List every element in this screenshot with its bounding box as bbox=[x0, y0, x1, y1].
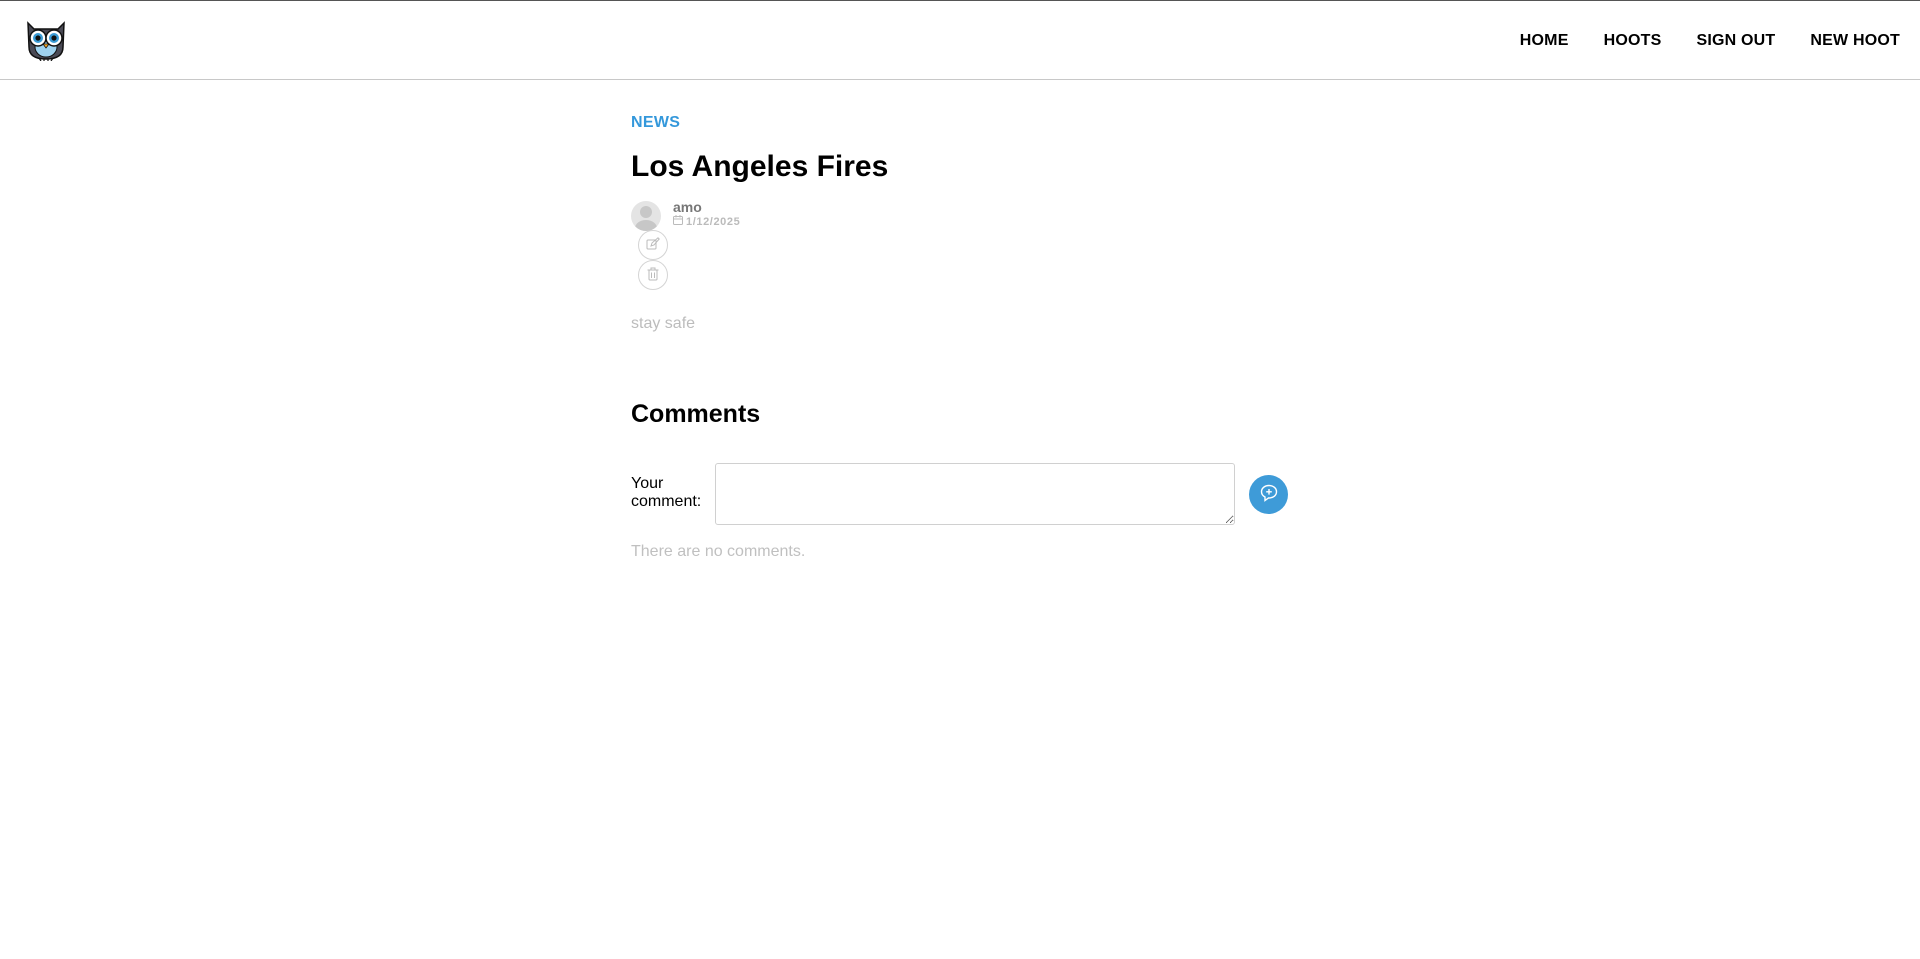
post-date: 1/12/2025 bbox=[686, 215, 741, 228]
comment-input[interactable] bbox=[715, 463, 1235, 525]
main-nav: HOME HOOTS SIGN OUT NEW HOOT bbox=[1485, 1, 1900, 80]
owl-logo-icon[interactable] bbox=[23, 17, 69, 62]
nav-new-hoot-link[interactable]: NEW HOOT bbox=[1810, 32, 1900, 50]
nav-hoots-link[interactable]: HOOTS bbox=[1604, 32, 1662, 50]
nav-sign-out-link[interactable]: SIGN OUT bbox=[1696, 32, 1775, 50]
calendar-icon bbox=[673, 215, 683, 228]
post-title: Los Angeles Fires bbox=[631, 150, 889, 183]
submit-comment-button[interactable] bbox=[1249, 475, 1288, 514]
edit-icon bbox=[646, 236, 660, 254]
comments-heading: Comments bbox=[631, 400, 761, 428]
delete-hoot-button[interactable] bbox=[638, 260, 668, 290]
nav-home-link[interactable]: HOME bbox=[1520, 32, 1569, 50]
navbar: HOME HOOTS SIGN OUT NEW HOOT bbox=[0, 1, 1920, 80]
author-name: amo bbox=[673, 199, 702, 215]
no-comments-message: There are no comments. bbox=[631, 543, 806, 560]
trash-icon bbox=[647, 267, 659, 284]
post-category: NEWS bbox=[631, 114, 681, 131]
edit-hoot-button[interactable] bbox=[638, 230, 668, 260]
comment-label: Your comment: bbox=[631, 475, 702, 510]
post-body: stay safe bbox=[631, 315, 696, 332]
post-date-row: 1/12/2025 bbox=[673, 215, 740, 228]
add-comment-icon bbox=[1260, 484, 1278, 505]
avatar bbox=[631, 201, 661, 231]
